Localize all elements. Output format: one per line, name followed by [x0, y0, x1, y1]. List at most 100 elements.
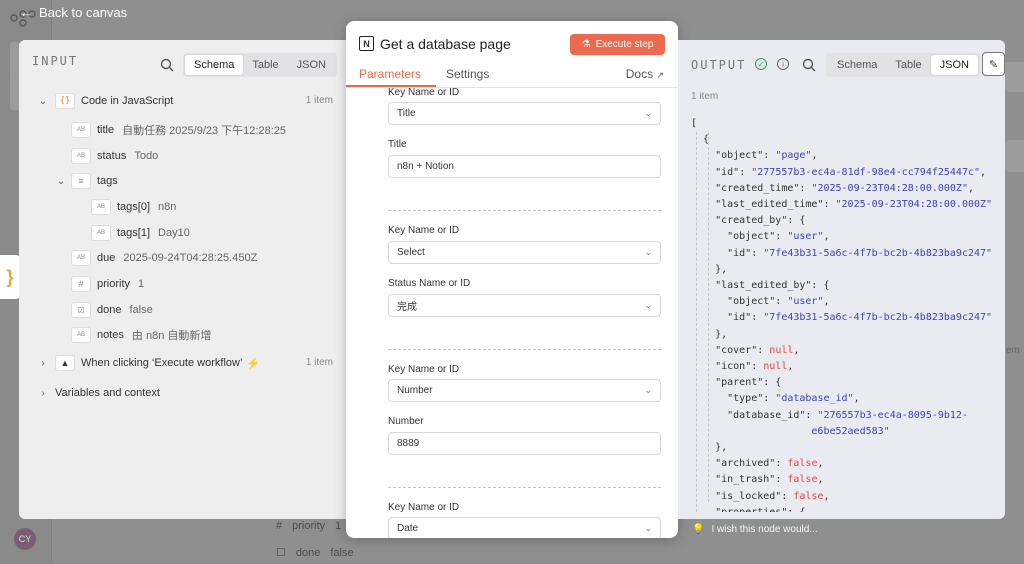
group-divider: [388, 487, 661, 488]
lightbulb-icon: 💡: [692, 524, 705, 535]
input-panel: INPUT Schema Table JSON ⌄ {} Code in Jav…: [19, 40, 347, 519]
key-select[interactable]: Date ⌄: [388, 517, 661, 538]
json-line: "created_time": "2025-09-23T04:28:00.000…: [715, 182, 975, 194]
string-type-icon: AB: [91, 199, 111, 215]
field-tags-1[interactable]: AB tags[1] Day10: [91, 223, 190, 243]
field-tags[interactable]: ⌄ ≡ tags: [55, 171, 126, 191]
chevron-down-icon[interactable]: ⌄: [37, 96, 49, 107]
parameters-panel: Key Name or ID Title ⌄ Title n8n + Notio…: [346, 88, 678, 538]
chevron-right-icon[interactable]: ›: [37, 388, 49, 399]
json-output[interactable]: [ { "object": "page", "id": "277557b3-ec…: [691, 116, 991, 512]
tab-settings[interactable]: Settings: [446, 67, 489, 81]
json-line: "cover": null,: [715, 344, 800, 356]
success-check-icon: ✓: [755, 58, 767, 70]
input-view-table[interactable]: Table: [243, 55, 287, 75]
key-label: Key Name or ID: [388, 225, 460, 236]
trigger-item-count: 1 item: [305, 357, 333, 368]
key-select[interactable]: Select ⌄: [388, 241, 661, 264]
node-title[interactable]: Get a database page: [380, 36, 511, 52]
json-line: "parent": {: [715, 377, 782, 389]
string-type-icon: AB: [71, 122, 91, 138]
chevron-down-icon[interactable]: ⌄: [55, 176, 67, 187]
feedback-prompt[interactable]: 💡 I wish this node would...: [692, 524, 818, 535]
chevron-down-icon: ⌄: [644, 300, 652, 310]
bg-field-priority: # priority 1: [276, 520, 342, 532]
execute-step-button[interactable]: ⚗ Execute step: [570, 34, 665, 55]
notion-icon: N: [359, 36, 374, 51]
chevron-down-icon: ⌄: [644, 108, 652, 118]
json-line: },: [691, 328, 728, 340]
bg-field-done: ☐ done false: [276, 546, 354, 560]
json-line: "archived": false,: [715, 458, 824, 470]
bg-text-fragment: em: [1006, 345, 1020, 356]
chevron-right-icon[interactable]: ›: [37, 358, 49, 369]
info-icon[interactable]: i: [777, 58, 789, 70]
lightning-icon: ⚡: [246, 357, 261, 370]
back-label: Back to canvas: [39, 5, 128, 20]
string-type-icon: AB: [91, 225, 111, 241]
bg-node-fragment: [1005, 62, 1024, 92]
field-label: Title: [388, 139, 407, 150]
field-priority[interactable]: # priority 1: [71, 274, 144, 294]
bg-node-fragment: [1005, 140, 1024, 172]
arrow-left-icon: ←: [20, 5, 33, 20]
chevron-down-icon: ⌄: [644, 247, 652, 257]
chevron-down-icon: ⌄: [644, 523, 652, 533]
flask-icon: ⚗: [581, 39, 591, 50]
group-divider: [388, 349, 661, 350]
input-view-switch: Schema Table JSON: [183, 53, 337, 77]
key-label: Key Name or ID: [388, 88, 460, 98]
json-line: "last_edited_by": {: [715, 280, 830, 292]
boolean-type-icon: ☑: [71, 302, 91, 318]
hash-icon: #: [276, 520, 283, 532]
avatar[interactable]: CY: [14, 528, 36, 550]
tree-node-code[interactable]: ⌄ {} Code in JavaScript: [37, 91, 337, 111]
output-panel: OUTPUT ✓ i Schema Table JSON ✎ 1 item [ …: [678, 40, 1005, 519]
json-line: e6be52aed583": [691, 425, 890, 437]
json-line: [: [691, 118, 698, 129]
tree-node-trigger[interactable]: › ▲ When clicking ‘Execute workflow’ ⚡: [37, 353, 337, 373]
key-label: Key Name or ID: [388, 364, 460, 375]
json-line: },: [691, 442, 728, 454]
field-done[interactable]: ☑ done false: [71, 300, 153, 320]
chevron-down-icon: ⌄: [644, 385, 652, 395]
field-due[interactable]: AB due 2025-09-24T04:28:25.450Z: [71, 248, 257, 268]
field-notes[interactable]: AB notes 由 n8n 自動新增: [71, 325, 211, 345]
json-line: "in_trash": false,: [715, 474, 824, 486]
tree-node-variables[interactable]: › Variables and context: [37, 383, 168, 403]
key-select[interactable]: Title ⌄: [388, 102, 661, 125]
title-input[interactable]: n8n + Notion: [388, 155, 661, 178]
json-line: "id": "7fe43b31-5a6c-4f7b-bc2b-4b823ba9c…: [727, 247, 991, 259]
output-view-json[interactable]: JSON: [930, 55, 978, 75]
edit-output-button[interactable]: ✎: [982, 52, 1005, 76]
docs-link[interactable]: Docs ↗: [626, 67, 664, 81]
json-line: "icon": null,: [715, 361, 794, 373]
number-input[interactable]: 8889: [388, 432, 661, 455]
pointer-icon: ▲: [55, 355, 75, 371]
search-icon[interactable]: [802, 58, 816, 72]
search-icon[interactable]: [160, 58, 174, 72]
json-line: {: [691, 134, 710, 146]
number-type-icon: #: [71, 276, 91, 292]
back-to-canvas-link[interactable]: ← Back to canvas: [20, 5, 127, 20]
key-label: Key Name or ID: [388, 502, 460, 513]
output-view-schema[interactable]: Schema: [828, 55, 886, 75]
json-line: "object": "user",: [727, 296, 830, 308]
field-status[interactable]: AB status Todo: [71, 146, 158, 166]
output-view-table[interactable]: Table: [886, 55, 930, 75]
input-view-json[interactable]: JSON: [288, 55, 335, 75]
json-line: "is_locked": false,: [715, 490, 830, 502]
output-view-switch: Schema Table JSON: [826, 53, 980, 77]
status-select[interactable]: 完成 ⌄: [388, 294, 661, 317]
field-tags-0[interactable]: AB tags[0] n8n: [91, 197, 176, 217]
pencil-icon: ✎: [988, 58, 999, 71]
code-node-brace-icon[interactable]: }: [0, 255, 20, 299]
key-select[interactable]: Number ⌄: [388, 379, 661, 402]
input-view-schema[interactable]: Schema: [185, 55, 244, 75]
array-type-icon: ≡: [71, 173, 91, 189]
json-line: "properties": {: [691, 505, 991, 512]
input-header: INPUT: [32, 54, 79, 68]
field-title[interactable]: AB title 自動任務 2025/9/23 下午12:28:25: [71, 120, 286, 140]
object-icon: {}: [55, 93, 75, 109]
tab-parameters[interactable]: Parameters: [359, 67, 421, 81]
